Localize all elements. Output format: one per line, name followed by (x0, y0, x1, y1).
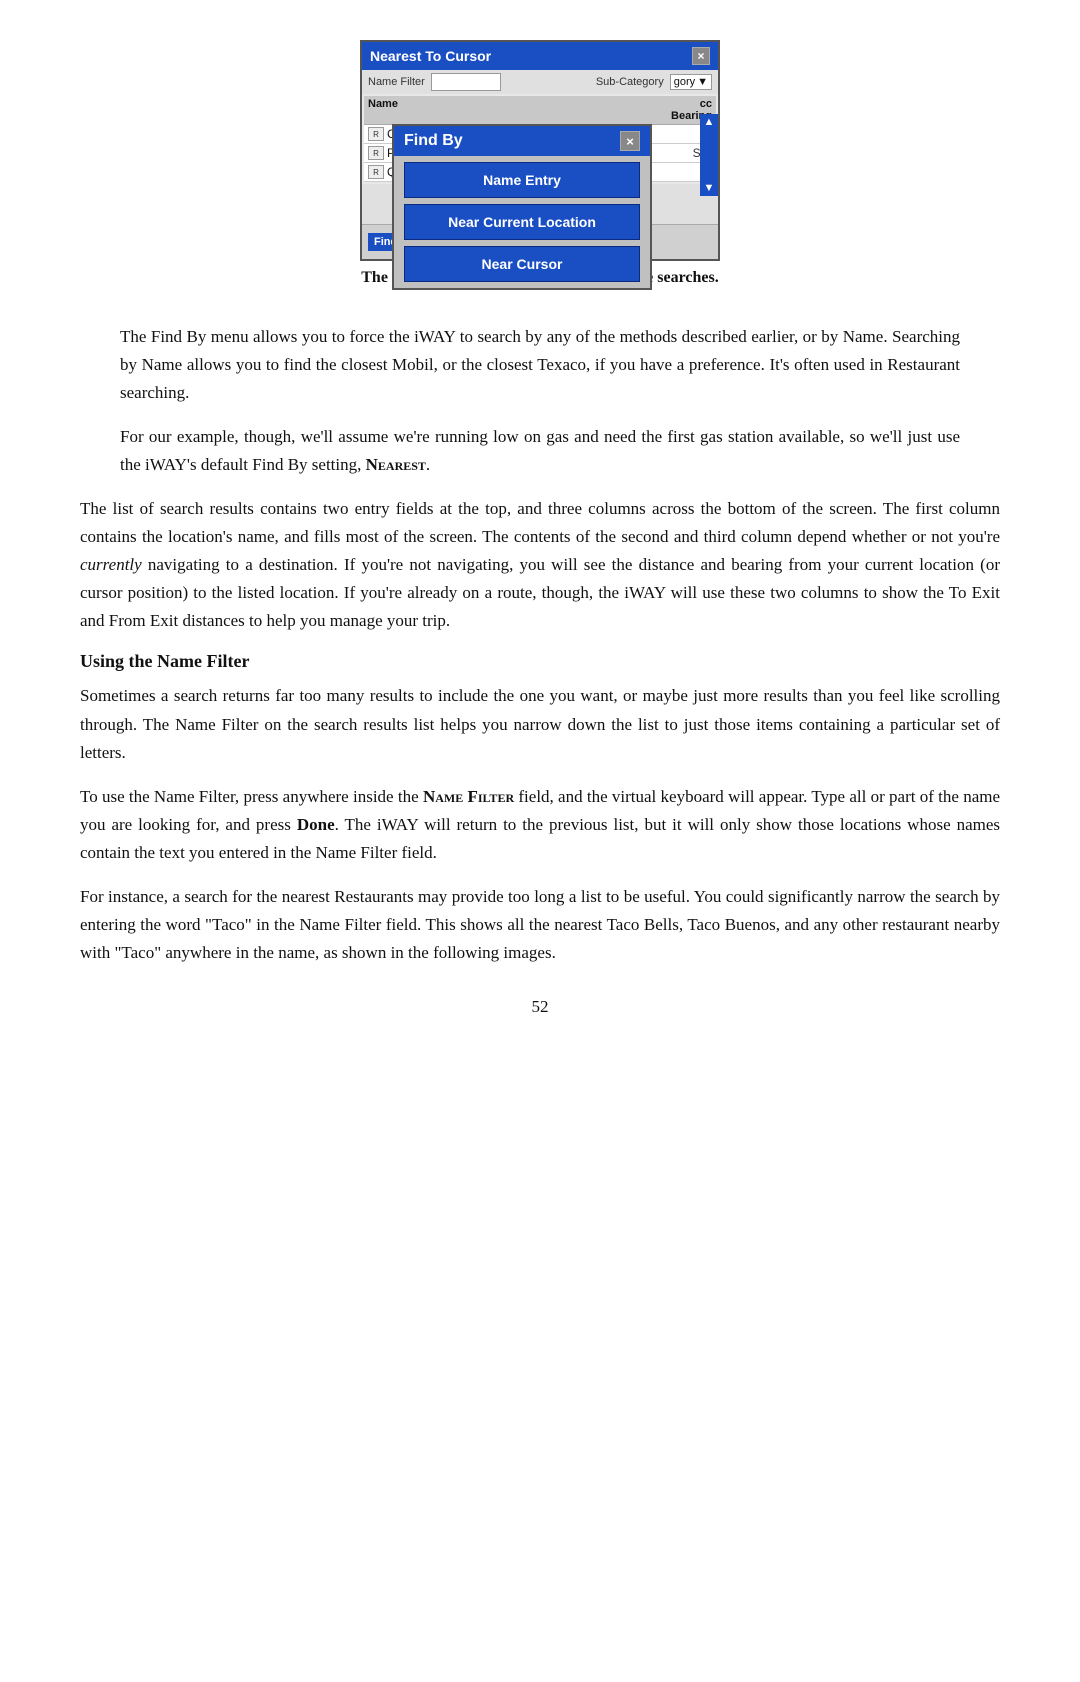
window-titlebar: Nearest To Cursor × (362, 42, 718, 70)
name-entry-button[interactable]: Name Entry (404, 162, 640, 198)
window-title: Nearest To Cursor (370, 48, 491, 64)
scroll-down-arrow[interactable]: ▼ (700, 180, 718, 196)
currently-italic: currently (80, 555, 142, 574)
paragraph-2: For our example, though, we'll assume we… (120, 423, 960, 479)
results-header: Name cc Bearing (364, 96, 716, 125)
page-number: 52 (80, 997, 1000, 1017)
find-by-dialog: Find By × Name Entry Near Current Locati… (392, 124, 652, 290)
nearest-small-caps: Nearest (366, 455, 426, 474)
find-by-close-button[interactable]: × (620, 131, 640, 151)
filter-bar: Name Filter Sub-Category gory ▼ (362, 70, 718, 94)
result-icon: R (368, 165, 384, 179)
near-current-location-button[interactable]: Near Current Location (404, 204, 640, 240)
near-cursor-button[interactable]: Near Cursor (404, 246, 640, 282)
col-name-header: Name (368, 98, 662, 122)
name-filter-input[interactable] (431, 73, 501, 91)
paragraph-4: Sometimes a search returns far too many … (80, 682, 1000, 766)
category-dropdown[interactable]: gory ▼ (670, 74, 712, 90)
subcategory-label: Sub-Category (596, 76, 664, 88)
name-filter-small-caps: Name Filter (423, 787, 514, 806)
section-heading: Using the Name Filter (80, 651, 1000, 672)
result-icon: R (368, 127, 384, 141)
paragraph-5: To use the Name Filter, press anywhere i… (80, 783, 1000, 867)
find-by-titlebar: Find By × (394, 126, 650, 156)
find-by-title: Find By (404, 132, 463, 150)
category-dropdown-value: gory (674, 76, 695, 88)
paragraph-1: The Find By menu allows you to force the… (120, 323, 960, 407)
scroll-up-arrow[interactable]: ▲ (700, 114, 718, 130)
bearing-scrollbar[interactable]: ▲ ▼ (700, 114, 718, 196)
page-content: Nearest To Cursor × Name Filter Sub-Cate… (80, 40, 1000, 1017)
name-filter-label: Name Filter (368, 76, 425, 88)
nearest-to-cursor-window: Nearest To Cursor × Name Filter Sub-Cate… (360, 40, 720, 261)
paragraph-6: For instance, a search for the nearest R… (80, 883, 1000, 967)
screenshot-container: Nearest To Cursor × Name Filter Sub-Cate… (80, 40, 1000, 305)
window-close-button[interactable]: × (692, 47, 710, 65)
result-icon: R (368, 146, 384, 160)
paragraph-3: The list of search results contains two … (80, 495, 1000, 635)
dropdown-arrow-icon: ▼ (697, 76, 708, 88)
results-wrapper: Name cc Bearing R Citg S R Phill (362, 94, 718, 224)
done-bold: Done (297, 815, 335, 834)
